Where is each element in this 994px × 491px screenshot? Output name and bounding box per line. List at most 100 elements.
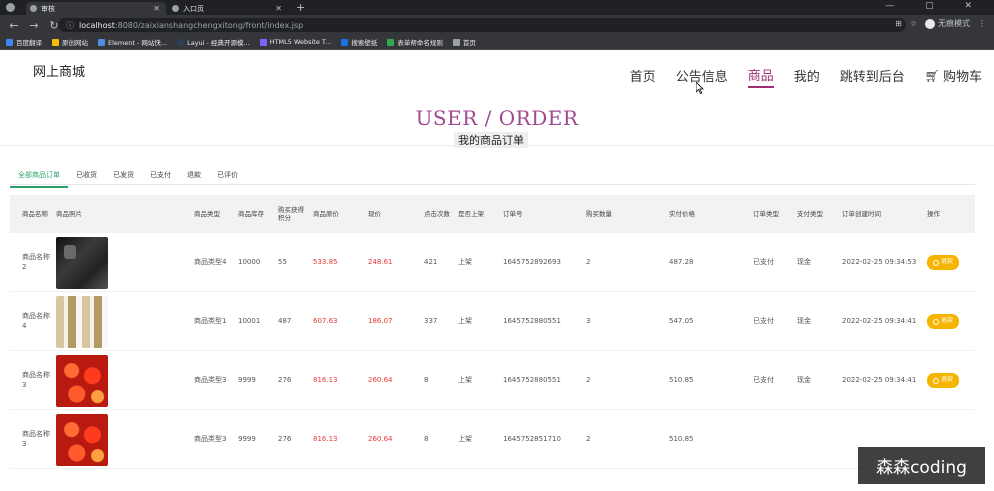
cell-onsale: 上架 <box>458 292 498 351</box>
cell-paid: 547.05 <box>669 292 749 351</box>
cell-action: 退款 <box>927 233 975 292</box>
bookmark-item[interactable]: 原创网站 <box>52 37 88 47</box>
watermark: 森森coding <box>858 447 985 484</box>
refund-button[interactable]: 退款 <box>927 373 960 388</box>
cell-photo <box>56 351 186 410</box>
page-title: USER / ORDER <box>415 106 579 130</box>
cell-text: 现金 <box>797 375 811 384</box>
more-menu-icon[interactable]: ⋮ <box>978 19 986 28</box>
refund-icon <box>933 259 939 266</box>
cell-text: 2 <box>586 434 591 443</box>
cell-text: 337 <box>424 316 438 325</box>
browser-menu-icon[interactable] <box>6 3 15 12</box>
cell-text: 商品类型3 <box>194 375 227 384</box>
bookmark-label: 原创网站 <box>62 39 88 47</box>
nav-item-admin[interactable]: 跳转到后台 <box>840 65 905 88</box>
cell-text: 上架 <box>458 434 472 443</box>
forward-arrow-icon[interactable]: → <box>28 19 40 32</box>
close-icon[interactable]: ✕ <box>275 4 282 13</box>
cell-text: 186.07 <box>368 316 393 325</box>
bookmark-star-icon[interactable]: ☆ <box>910 19 917 28</box>
site-logo[interactable]: 网上商城 <box>33 61 85 80</box>
info-icon: ⓘ <box>66 20 74 30</box>
bookmark-icon <box>387 38 395 46</box>
bookmark-icon <box>341 38 349 46</box>
page-hero: USER / ORDER 我的商品订单 <box>0 100 994 148</box>
cell-orig: 533.85 <box>313 233 363 292</box>
bookmark-item[interactable]: Element - 网站快... <box>98 37 167 47</box>
bookmark-icon <box>52 38 59 46</box>
url-input[interactable]: ⓘ localhost :8080/zaixianshangchengxiton… <box>58 18 906 32</box>
url-path: :8080/zaixianshangchengxitong/front/inde… <box>114 20 304 30</box>
cell-photo <box>56 233 186 292</box>
incognito-label: 无痕模式 <box>938 19 970 28</box>
address-bar-row: ← → ↻ ⓘ localhost :8080/zaixianshangchen… <box>0 15 994 35</box>
cell-text: 上架 <box>458 375 472 384</box>
close-icon[interactable]: ✕ <box>153 4 160 13</box>
cell-clicks: 337 <box>424 292 454 351</box>
column-header: 订单创建时间 <box>842 209 881 218</box>
column-header: 商品类型 <box>194 209 220 218</box>
nav-item-products[interactable]: 商品 <box>747 65 774 88</box>
bookmark-item[interactable]: 表单帮命名规则 <box>387 37 443 47</box>
product-thumbnail[interactable] <box>56 236 108 289</box>
cell-text: 1645752851710 <box>503 434 561 443</box>
table-header: 商品名称 商品照片 商品类型 商品库存 购买获得积分 商品原价 现价 点击次数 是否上架 订单号 购… <box>10 195 975 233</box>
translate-icon[interactable]: ⊞ <box>895 19 902 28</box>
bookmark-item[interactable]: 百度翻译 <box>6 37 42 47</box>
address-bar-actions: ⊞ ☆ 无痕模式 ⋮ <box>895 18 986 29</box>
refund-button[interactable]: 退款 <box>927 255 960 270</box>
new-tab-button[interactable]: + <box>296 1 305 14</box>
bookmarks-bar: 百度翻译 原创网站 Element - 网站快... Layui - 经典开源模...… <box>0 35 994 50</box>
nav-item-label: 购物车 <box>942 70 982 85</box>
cell-paid: 510.85 <box>669 351 749 410</box>
tab-title: 入口页 <box>183 4 204 13</box>
product-thumbnail[interactable] <box>56 295 108 348</box>
column-header: 实付价格 <box>669 209 695 218</box>
bookmark-item[interactable]: HTML5 Website T... <box>259 38 331 46</box>
cell-type: 商品类型3 <box>194 410 234 469</box>
cell-text: 2 <box>586 257 591 266</box>
cell-order-type: 已支付 <box>753 292 793 351</box>
nav-item-home[interactable]: 首页 <box>630 65 656 88</box>
cell-stock: 10001 <box>238 292 274 351</box>
bookmark-item[interactable]: 搜索壁纸 <box>341 37 377 47</box>
window-controls[interactable]: — ▢ ✕ <box>885 1 986 11</box>
column-header: 支付类型 <box>797 209 823 218</box>
back-arrow-icon[interactable]: ← <box>8 19 20 32</box>
bookmark-icon <box>98 38 105 46</box>
refund-icon <box>933 318 939 325</box>
cell-text: 547.05 <box>669 316 694 325</box>
cell-qty: 2 <box>586 351 656 410</box>
table-row: 商品名称3 商品类型3 9999 276 816.13 260.64 8 上架 16457528… <box>10 410 975 469</box>
cell-text: 商品类型1 <box>194 316 227 325</box>
cell-order-no: 1645752851710 <box>503 410 585 469</box>
bookmark-label: 表单帮命名规则 <box>397 39 443 47</box>
cell-paid: 510.85 <box>669 410 749 469</box>
table-body: 商品名称2 商品类型4 10000 55 533.85 248.61 421 上架 164575… <box>10 233 975 473</box>
browser-tab-2[interactable]: 入口页 ✕ <box>168 2 288 15</box>
refund-button[interactable]: 退款 <box>927 314 960 329</box>
cell-type: 商品类型4 <box>194 233 234 292</box>
browser-tab-1[interactable]: 审核 ✕ <box>26 2 166 15</box>
tab-title: 审核 <box>41 4 55 13</box>
bookmark-item[interactable]: Layui - 经典开源模... <box>177 37 250 47</box>
cell-created: 2022-02-25 09:34:41 <box>842 292 927 351</box>
cell-name: 商品名称2 <box>22 233 52 292</box>
cell-stock: 9999 <box>238 351 274 410</box>
incognito-indicator[interactable]: 无痕模式 <box>925 18 970 29</box>
bookmark-item[interactable]: 首页 <box>452 37 476 47</box>
refund-label: 退款 <box>941 317 954 325</box>
nav-item-label: 商品 <box>747 69 774 84</box>
nav-item-mine[interactable]: 我的 <box>794 65 820 88</box>
cell-text: 1645752880551 <box>503 375 561 384</box>
cart-icon: 🛒︎ <box>924 68 940 83</box>
cell-stock: 9999 <box>238 410 274 469</box>
nav-item-cart[interactable]: 🛒︎ 购物车 <box>925 65 982 88</box>
column-header: 商品照片 <box>56 209 82 218</box>
product-thumbnail[interactable] <box>56 354 108 407</box>
cell-text: 现金 <box>797 316 811 325</box>
cell-qty: 2 <box>586 410 656 469</box>
product-thumbnail[interactable] <box>56 413 108 466</box>
cell-pay-type: 现金 <box>797 233 837 292</box>
